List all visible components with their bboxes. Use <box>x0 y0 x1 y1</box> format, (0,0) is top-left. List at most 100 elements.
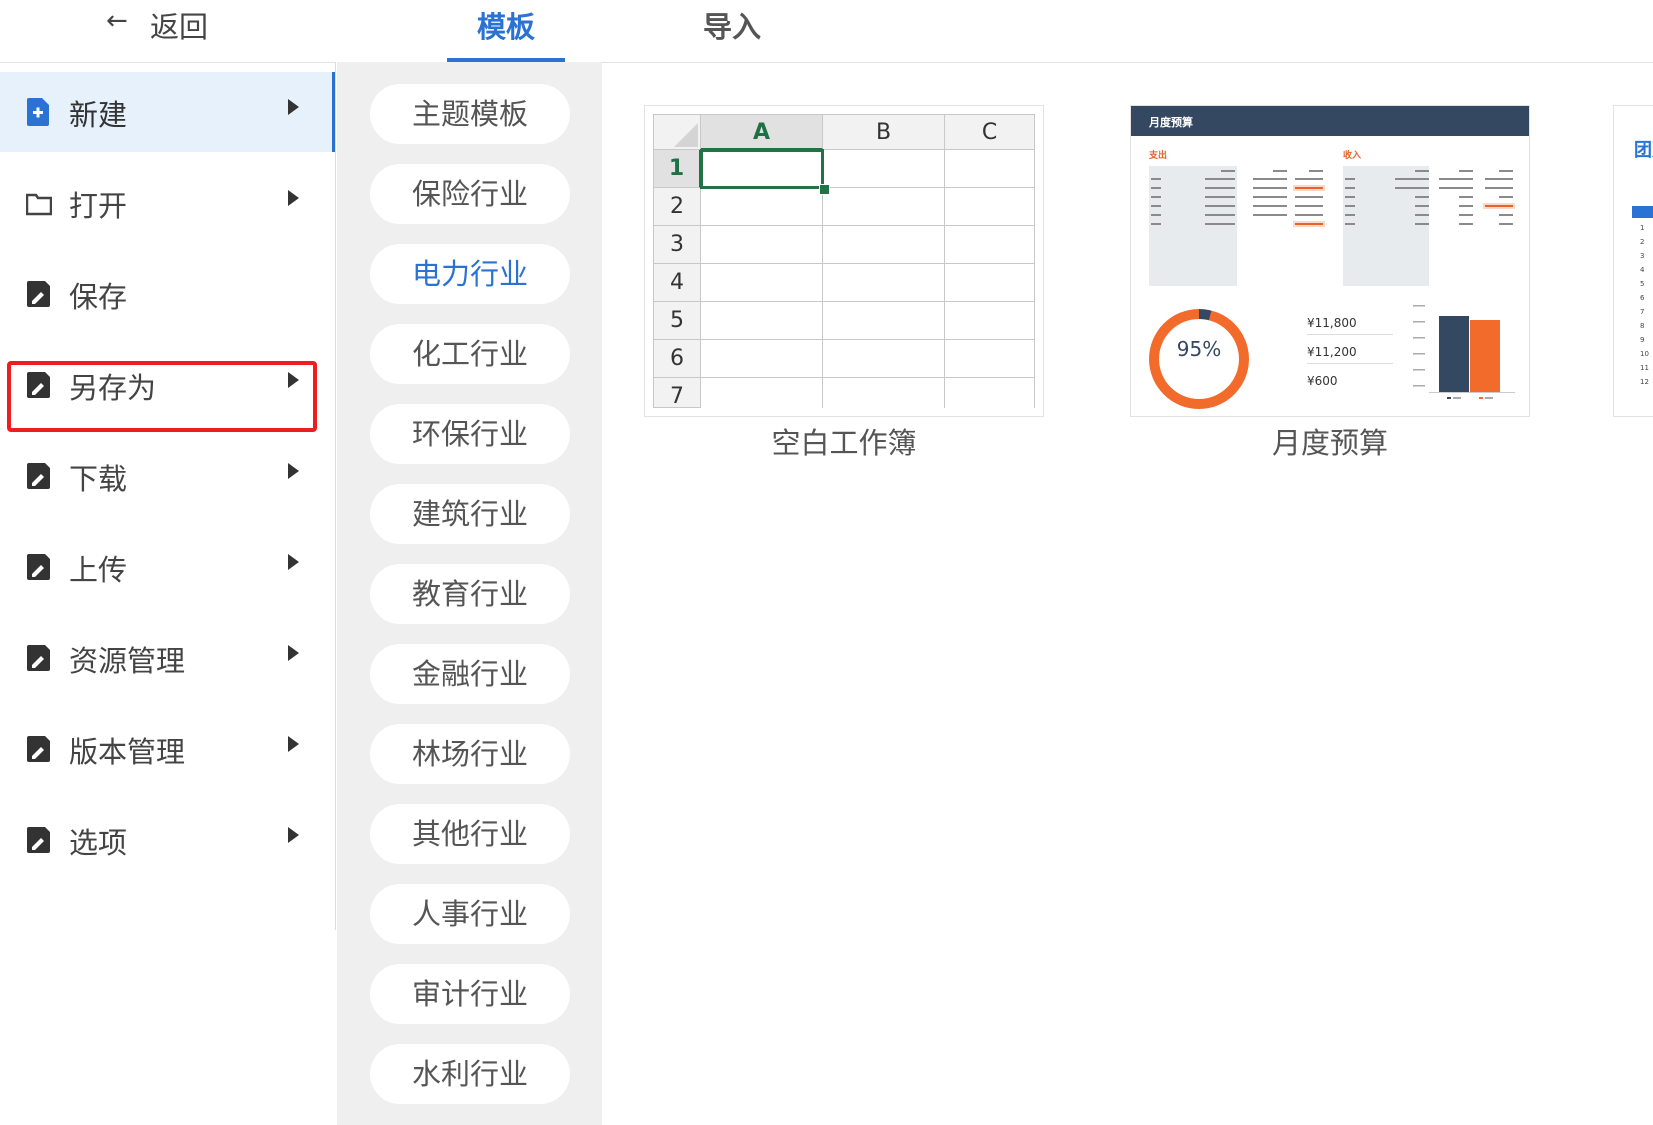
category-item[interactable]: 环保行业 <box>370 404 570 464</box>
select-all-triangle-icon <box>674 123 698 147</box>
income-table-preview <box>1345 170 1515 225</box>
tab-bar: 模板 导入 <box>337 0 1653 63</box>
row-header: 7 <box>653 378 701 408</box>
menu-item-new[interactable]: 新建 <box>0 72 336 152</box>
tab-templates[interactable]: 模板 <box>477 4 535 46</box>
row-header: 2 <box>653 188 701 226</box>
row-header: 4 <box>653 264 701 302</box>
row-numbers-preview: 1 2 3 4 5 6 7 8 9 10 11 12 <box>1640 221 1649 389</box>
row-number: 10 <box>1640 350 1649 358</box>
back-label: 返回 <box>150 10 209 44</box>
caret-right-icon <box>288 645 299 661</box>
summary-divider <box>1307 363 1393 364</box>
menu-item-resources[interactable]: 资源管理 <box>0 618 336 698</box>
template-card-budget[interactable]: 月度预算 支出 收入 95% ¥11,800 ¥11,200 ¥600 月度预算 <box>1130 105 1530 460</box>
save-icon <box>27 827 50 853</box>
caret-right-icon <box>288 99 299 115</box>
menu-label: 打开 <box>69 189 128 223</box>
category-list: 主题模板 保险行业 电力行业 化工行业 环保行业 建筑行业 教育行业 金融行业 … <box>337 62 602 1125</box>
save-icon <box>27 736 50 762</box>
save-icon <box>27 554 50 580</box>
menu-item-download[interactable]: 下载 <box>0 436 336 516</box>
row-number: 8 <box>1640 322 1645 330</box>
category-item[interactable]: 人事行业 <box>370 884 570 944</box>
budget-title: 月度预算 <box>1149 116 1193 129</box>
menu-item-save[interactable]: 保存 <box>0 254 336 334</box>
category-item[interactable]: 化工行业 <box>370 324 570 384</box>
template-card-blank[interactable]: A B C 1 2 3 4 5 6 7 空白工作簿 <box>644 105 1044 460</box>
donut-chart-preview: 95% <box>1149 309 1249 409</box>
template-card-partial[interactable]: 团建 1 2 3 4 5 6 7 8 9 10 11 12 <box>1613 105 1653 417</box>
back-button[interactable]: ← 返回 <box>0 0 336 63</box>
bar-chart-preview <box>1413 305 1515 399</box>
left-panel: ← 返回 新建 打开 保存 另存为 下载 上传 资源管理 版本管理 选项 <box>0 0 336 1125</box>
row-number: 9 <box>1640 336 1645 344</box>
budget-header: 月度预算 <box>1131 106 1529 136</box>
row-number: 3 <box>1640 252 1645 260</box>
caret-right-icon <box>288 736 299 752</box>
category-item[interactable]: 林场行业 <box>370 724 570 784</box>
summary-value: ¥600 <box>1307 374 1338 388</box>
highlight-box <box>7 361 317 432</box>
summary-value: ¥11,200 <box>1307 345 1357 359</box>
caret-right-icon <box>288 463 299 479</box>
menu-label: 版本管理 <box>69 735 186 769</box>
row-header: 6 <box>653 340 701 378</box>
selected-cell <box>700 149 824 189</box>
summary-divider <box>1307 334 1393 335</box>
menu-item-versions[interactable]: 版本管理 <box>0 709 336 789</box>
arrow-left-icon: ← <box>106 6 128 36</box>
category-item[interactable]: 审计行业 <box>370 964 570 1024</box>
row-number: 12 <box>1640 378 1649 386</box>
summary-value: ¥11,800 <box>1307 316 1357 330</box>
grid-corner <box>653 114 701 150</box>
category-item[interactable]: 其他行业 <box>370 804 570 864</box>
caret-right-icon <box>288 554 299 570</box>
category-item[interactable]: 教育行业 <box>370 564 570 624</box>
menu-label: 下载 <box>69 462 128 496</box>
template-preview-title: 团建 <box>1634 140 1653 161</box>
column-header: C <box>945 114 1035 150</box>
category-item[interactable]: 主题模板 <box>370 84 570 144</box>
menu-label: 资源管理 <box>69 644 186 678</box>
menu-label: 选项 <box>69 826 128 860</box>
row-number: 6 <box>1640 294 1645 302</box>
category-item[interactable]: 保险行业 <box>370 164 570 224</box>
save-icon <box>27 281 50 307</box>
caret-right-icon <box>288 190 299 206</box>
category-item[interactable]: 电力行业 <box>370 244 570 304</box>
template-name: 空白工作簿 <box>771 426 917 460</box>
row-number: 1 <box>1640 224 1645 232</box>
divider <box>335 62 336 930</box>
row-header: 1 <box>653 150 701 188</box>
row-number: 5 <box>1640 280 1645 288</box>
template-thumbnail: A B C 1 2 3 4 5 6 7 <box>644 105 1044 417</box>
row-number: 7 <box>1640 308 1645 316</box>
template-name: 月度预算 <box>1271 426 1388 460</box>
menu-label: 保存 <box>69 280 128 314</box>
expense-table-preview <box>1151 170 1325 227</box>
column-header: B <box>823 114 945 150</box>
save-icon <box>27 645 50 671</box>
menu-item-open[interactable]: 打开 <box>0 163 336 243</box>
folder-icon <box>26 193 52 216</box>
menu-item-upload[interactable]: 上传 <box>0 527 336 607</box>
expense-label: 支出 <box>1149 151 1168 161</box>
template-thumbnail: 月度预算 支出 收入 95% ¥11,800 ¥11,200 ¥600 <box>1130 105 1530 417</box>
category-item[interactable]: 建筑行业 <box>370 484 570 544</box>
donut-percent: 95% <box>1176 337 1222 361</box>
file-add-icon <box>27 98 49 126</box>
row-header: 3 <box>653 226 701 264</box>
category-item[interactable]: 金融行业 <box>370 644 570 704</box>
row-number: 2 <box>1640 238 1645 246</box>
category-item[interactable]: 水利行业 <box>370 1044 570 1104</box>
caret-right-icon <box>288 827 299 843</box>
tab-import[interactable]: 导入 <box>703 4 761 46</box>
income-label: 收入 <box>1343 151 1362 161</box>
row-number: 4 <box>1640 266 1645 274</box>
menu-item-options[interactable]: 选项 <box>0 800 336 880</box>
table-header-preview <box>1632 206 1653 218</box>
fill-handle <box>819 184 830 195</box>
row-header: 5 <box>653 302 701 340</box>
menu-label: 上传 <box>69 553 128 587</box>
